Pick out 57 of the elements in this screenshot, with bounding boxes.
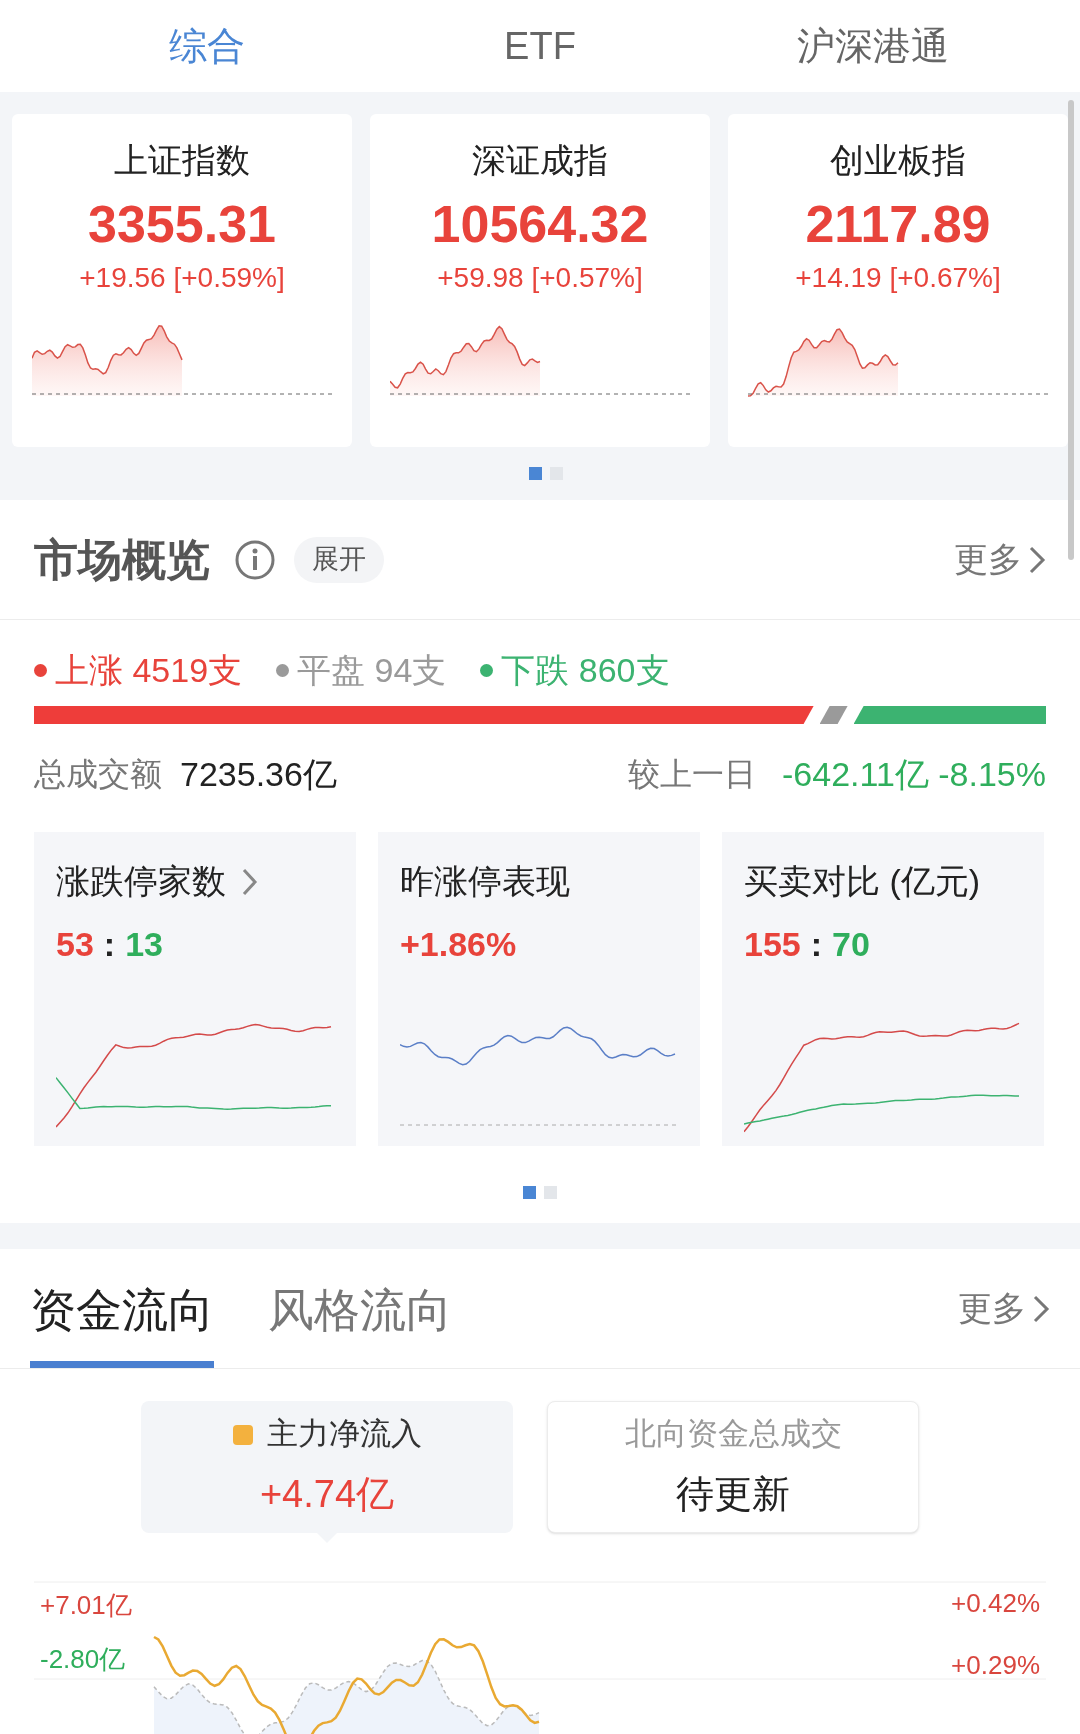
index-change: +19.56 [+0.59%]: [79, 261, 285, 295]
turnover-value: 7235.36亿: [180, 753, 337, 795]
ratio-separator: :: [103, 924, 116, 965]
ratio-separator: :: [810, 924, 823, 965]
index-price: 10564.32: [431, 194, 649, 255]
stat-value: +4.74亿: [259, 1471, 395, 1517]
stat-card[interactable]: 涨跌停家数 53 : 13: [34, 832, 356, 1146]
card-title: 昨涨停表现: [400, 861, 570, 902]
section-title: 市场概览: [34, 533, 210, 586]
legend-swatch: [232, 1424, 253, 1445]
card-title: 涨跌停家数: [56, 861, 226, 902]
stat-card[interactable]: 昨涨停表现 +1.86%: [378, 832, 700, 1146]
stat-label: 北向资金总成交: [624, 1415, 842, 1454]
index-card[interactable]: 创业板指 2117.89 +14.19 [+0.67%]: [728, 114, 1068, 447]
down-count: 70: [832, 924, 870, 965]
axis-label: -2.80亿: [40, 1643, 127, 1676]
more-link[interactable]: 更多: [958, 1283, 1050, 1334]
scrollbar[interactable]: [1068, 100, 1074, 560]
card-title: 买卖对比 (亿元): [744, 861, 981, 902]
index-card[interactable]: 深证成指 10564.32 +59.98 [+0.57%]: [370, 114, 710, 447]
stat-label: 主力净流入: [266, 1415, 422, 1454]
axis-label: +7.01亿: [40, 1589, 132, 1622]
tab[interactable]: 综合: [76, 17, 337, 75]
info-icon[interactable]: [234, 538, 276, 581]
breadth-count: 平盘 94支: [297, 649, 447, 691]
breadth-count: 下跌 860支: [501, 649, 670, 691]
index-change: +14.19 [+0.67%]: [795, 261, 1001, 295]
axis-label: +0.29%: [951, 1649, 1040, 1682]
index-change: +59.98 [+0.57%]: [437, 261, 643, 295]
compare-label: 较上一日: [628, 755, 757, 794]
index-card[interactable]: 上证指数 3355.31 +19.56 [+0.59%]: [12, 114, 352, 447]
tab[interactable]: 风格流向: [268, 1249, 452, 1368]
index-name: 深证成指: [472, 140, 608, 181]
index-name: 上证指数: [114, 140, 250, 181]
stat-card[interactable]: 买卖对比 (亿元) 155 : 70: [722, 832, 1044, 1146]
down-count: 13: [125, 924, 163, 965]
card-value: +1.86%: [400, 924, 517, 965]
axis-label: +0.42%: [951, 1587, 1040, 1620]
stat-tile[interactable]: 主力净流入 +4.74亿: [141, 1401, 513, 1533]
breadth-count: 上涨 4519支: [55, 649, 243, 691]
chevron-icon: [1028, 544, 1046, 575]
tab[interactable]: 沪深港通: [743, 17, 1004, 75]
compare-value: -642.11亿 -8.15%: [782, 753, 1046, 795]
up-count: 53: [56, 924, 94, 965]
more-link[interactable]: 更多: [954, 534, 1046, 585]
chevron-icon: [1032, 1293, 1050, 1324]
index-price: 2117.89: [805, 194, 991, 255]
stat-tile[interactable]: 北向资金总成交 待更新: [547, 1401, 919, 1533]
turnover-label: 总成交额: [34, 755, 162, 794]
tab[interactable]: ETF: [410, 17, 670, 75]
expand-button[interactable]: 展开: [294, 536, 384, 583]
index-price: 3355.31: [88, 194, 276, 255]
chevron-icon[interactable]: [242, 867, 258, 896]
up-count: 155: [744, 924, 801, 965]
stat-value: 待更新: [676, 1471, 790, 1517]
tab[interactable]: 资金流向: [30, 1249, 214, 1368]
index-name: 创业板指: [830, 140, 966, 181]
